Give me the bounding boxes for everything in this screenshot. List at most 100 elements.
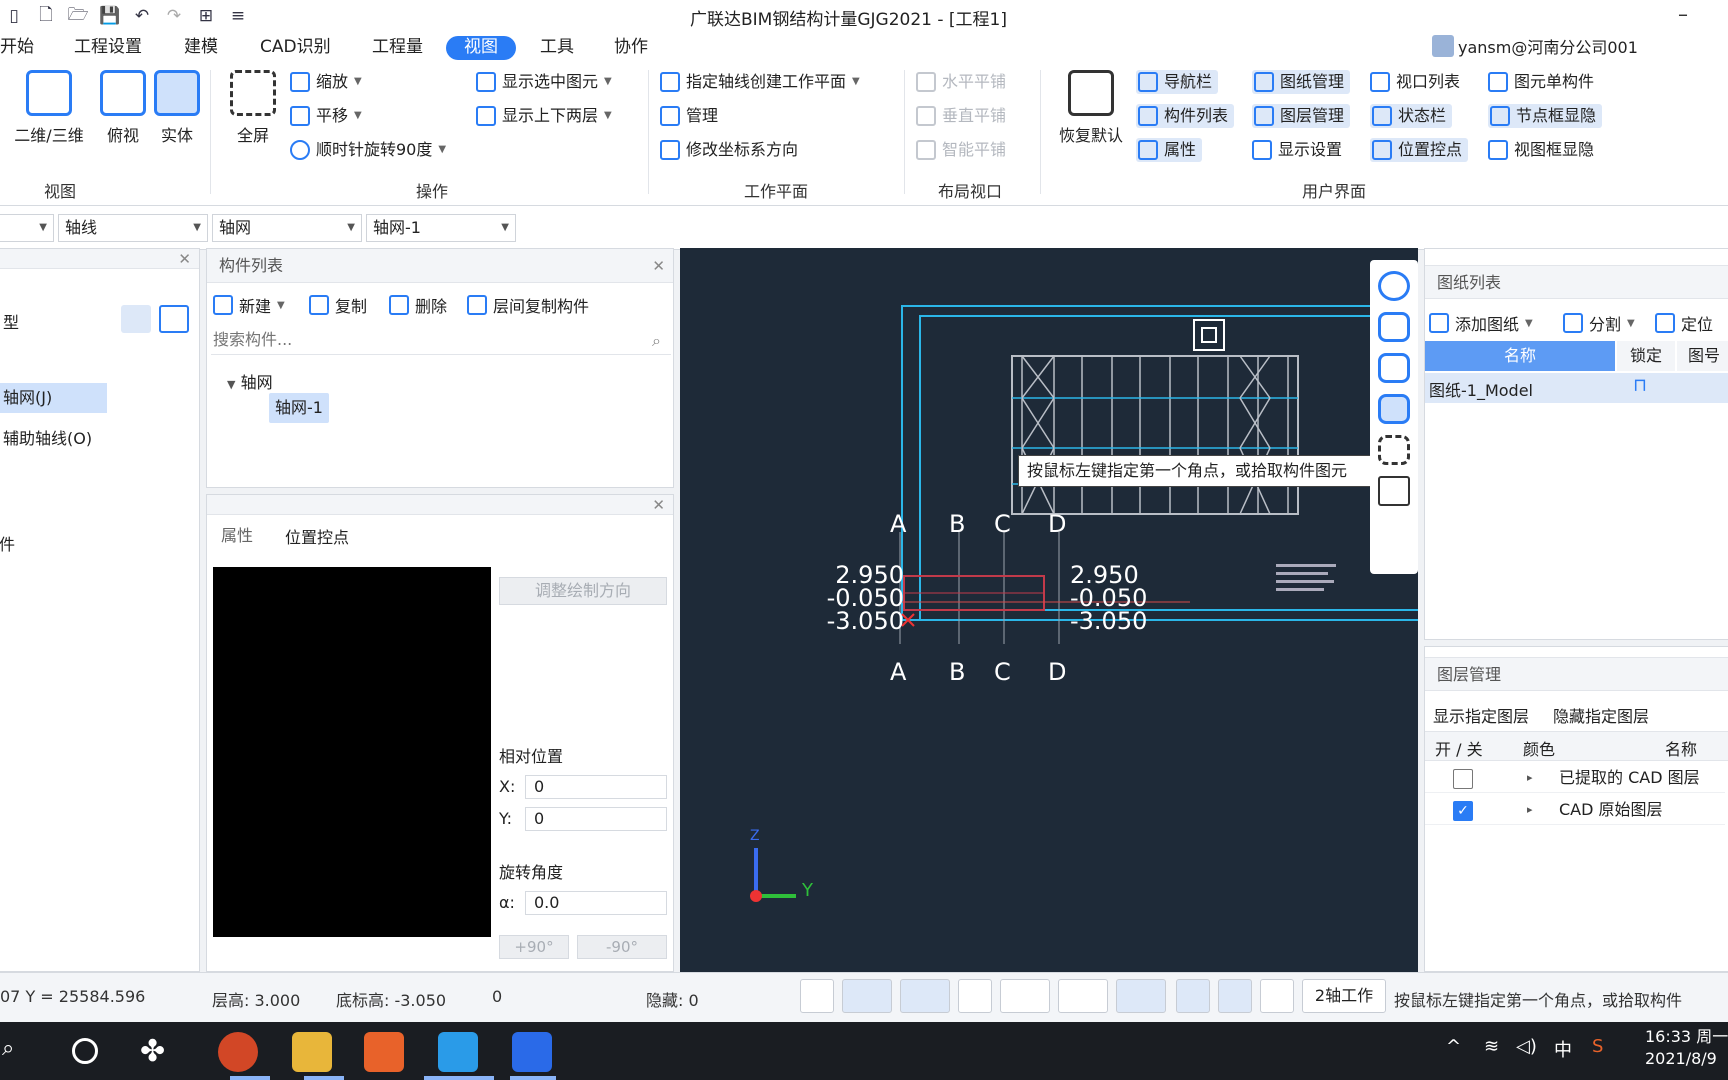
orbit-icon[interactable] (1378, 271, 1410, 301)
axis-work-dropdown[interactable]: 2轴工作 (1302, 979, 1386, 1013)
col-number-header[interactable]: 图号 (1677, 341, 1728, 371)
search-icon[interactable]: ⌕ (2, 1036, 14, 1061)
drawing-canvas[interactable]: A B C D A B C D 2.950 -0.050 -3.050 2.95… (680, 248, 1418, 972)
layer-row[interactable]: ▸ 已提取的 CAD 图层 (1425, 763, 1725, 793)
rotate-plus90-button[interactable]: +90° (499, 935, 569, 959)
new-file-icon[interactable]: 🗋 (34, 2, 58, 31)
statusbar-toggle[interactable]: 状态栏 (1370, 104, 1453, 128)
menu-quantity[interactable]: 工程量 (372, 36, 423, 60)
navbar-toggle[interactable]: 导航栏 (1136, 70, 1219, 94)
taskbar-clock[interactable]: 16:33 周一 2021/8/9 (1645, 1026, 1728, 1070)
modify-coord-button[interactable]: 修改坐标系方向 (660, 138, 798, 162)
adjust-direction-button[interactable]: 调整绘制方向 (499, 577, 667, 605)
show-layer-link[interactable]: 显示指定图层 (1433, 703, 1529, 727)
menu-tools[interactable]: 工具 (540, 36, 574, 60)
caret-right-icon[interactable]: ▸ (1527, 795, 1533, 825)
angle-icon[interactable] (1058, 979, 1108, 1013)
add-drawing-button[interactable]: 添加图纸 ▼ (1429, 311, 1533, 335)
col-name-header[interactable]: 名称 (1425, 341, 1615, 371)
node-frame-toggle[interactable]: 节点框显隐 (1488, 104, 1603, 128)
polar-icon[interactable] (1000, 979, 1050, 1013)
v-tile-button[interactable]: 垂直平铺 (916, 104, 1006, 128)
volume-icon[interactable]: ◁) (1516, 1036, 1537, 1057)
fan-app-icon[interactable]: ✤ (140, 1034, 165, 1069)
view-solid-icon[interactable] (1378, 394, 1410, 424)
component-select[interactable]: 轴网-1 ▼ (366, 214, 516, 242)
layer-mgr-toggle[interactable]: 图层管理 (1252, 104, 1351, 128)
h-tile-button[interactable]: 水平平铺 (916, 70, 1006, 94)
smart-tile-button[interactable]: 智能平铺 (916, 138, 1006, 162)
tree-node-axis-grid-1[interactable]: 轴网-1 (269, 393, 329, 423)
props-toggle[interactable]: 属性 (1136, 138, 1203, 162)
split-drawing-button[interactable]: 分割 ▼ (1563, 311, 1635, 335)
customize-icon[interactable]: ≡ (226, 6, 250, 26)
floor-select[interactable]: ▼ (0, 214, 54, 242)
col-lock-header[interactable]: 锁定 (1617, 341, 1675, 371)
unlock-icon[interactable]: ⊓ (1633, 375, 1647, 396)
menu-start[interactable]: 开始 (0, 36, 34, 60)
redo-icon[interactable]: ↷ (162, 6, 186, 26)
orange-app-icon[interactable] (364, 1032, 404, 1072)
category-select[interactable]: 轴线 ▼ (58, 214, 208, 242)
search-component-input[interactable] (211, 325, 671, 355)
view-3d-icon[interactable] (1378, 312, 1410, 342)
tab-position-control[interactable]: 位置控点 (273, 519, 362, 553)
view-wire-icon[interactable] (1378, 353, 1410, 383)
dynamic-input-icon[interactable] (1116, 979, 1166, 1013)
restore-default-button[interactable]: 恢复默认 (1052, 68, 1130, 146)
close-icon[interactable]: ✕ (652, 495, 665, 515)
rotate-minus90-button[interactable]: -90° (577, 935, 667, 959)
display-settings-button[interactable]: 显示设置 (1252, 138, 1342, 162)
open-folder-icon[interactable]: 🗁 (66, 2, 90, 31)
list-view-icon[interactable] (121, 305, 151, 333)
copy-component-button[interactable]: 复制 (309, 293, 367, 317)
close-icon[interactable]: ✕ (178, 249, 191, 269)
snap-rect-icon[interactable] (842, 979, 892, 1013)
tree-node-axis-grid[interactable]: ▼ 轴网 (227, 369, 273, 393)
viewport-list-button[interactable]: 视口列表 (1370, 70, 1460, 94)
snap-3d-icon[interactable] (900, 979, 950, 1013)
delete-component-button[interactable]: 删除 (389, 293, 447, 317)
curve-icon[interactable] (1260, 979, 1294, 1013)
rotate-90-button[interactable]: 顺时针旋转90度 ▼ (290, 138, 446, 162)
workplane-manage-button[interactable]: 管理 (660, 104, 718, 128)
app-icon[interactable]: ▯ (2, 6, 26, 26)
layer-toggle-checkbox[interactable]: ✓ (1453, 801, 1473, 821)
undo-icon[interactable]: ↶ (130, 6, 154, 26)
drawing-row[interactable]: 图纸-1_Model ⊓ (1425, 373, 1728, 403)
hide-layer-link[interactable]: 隐藏指定图层 (1553, 703, 1649, 727)
sogou-icon[interactable]: S (1592, 1036, 1603, 1057)
y-input[interactable]: 0 (525, 807, 667, 831)
floor-copy-button[interactable]: 层间复制构件 (467, 293, 589, 317)
cross-icon[interactable] (958, 979, 992, 1013)
zoom-button[interactable]: 缩放 ▼ (290, 70, 362, 94)
pan-button[interactable]: 平移 ▼ (290, 104, 362, 128)
grid-icon[interactable]: ⊞ (194, 6, 218, 26)
layer-row[interactable]: ✓ ▸ CAD 原始图层 (1425, 795, 1725, 825)
locate-drawing-button[interactable]: 定位 (1655, 311, 1713, 335)
save-icon[interactable]: 💾 (98, 6, 122, 26)
x-input[interactable]: 0 (525, 775, 667, 799)
zoom-extent-icon[interactable] (1176, 979, 1210, 1013)
close-icon[interactable]: ✕ (652, 249, 665, 283)
powerpoint-icon[interactable] (218, 1032, 258, 1072)
doc-settings-icon[interactable] (1378, 476, 1410, 506)
alpha-input[interactable]: 0.0 (525, 891, 667, 915)
minimize-button[interactable]: – (1678, 2, 1688, 26)
show-updown-button[interactable]: 显示上下两层 ▼ (476, 104, 612, 128)
nav-item-aux-axis[interactable]: 辅助轴线(O) (3, 425, 92, 449)
menu-collaboration[interactable]: 协作 (614, 36, 648, 60)
2d-3d-button[interactable]: 二维/三维 (8, 68, 90, 146)
ime-indicator[interactable]: 中 (1554, 1036, 1572, 1062)
drawing-mgr-toggle[interactable]: 图纸管理 (1252, 70, 1351, 94)
caret-right-icon[interactable]: ▸ (1527, 763, 1533, 793)
fullscreen-button[interactable]: 全屏 (218, 68, 288, 146)
search-icon[interactable]: ⌕ (652, 331, 661, 351)
type-select[interactable]: 轴网 ▼ (212, 214, 362, 242)
elem-single-button[interactable]: 图元单构件 (1488, 70, 1594, 94)
layer-toggle-checkbox[interactable] (1453, 769, 1473, 789)
grid-app-icon[interactable] (512, 1032, 552, 1072)
nav-item-partial[interactable]: 件 (0, 531, 15, 555)
align-icon[interactable] (1218, 979, 1252, 1013)
view-frame-toggle[interactable]: 视图框显隐 (1488, 138, 1594, 162)
